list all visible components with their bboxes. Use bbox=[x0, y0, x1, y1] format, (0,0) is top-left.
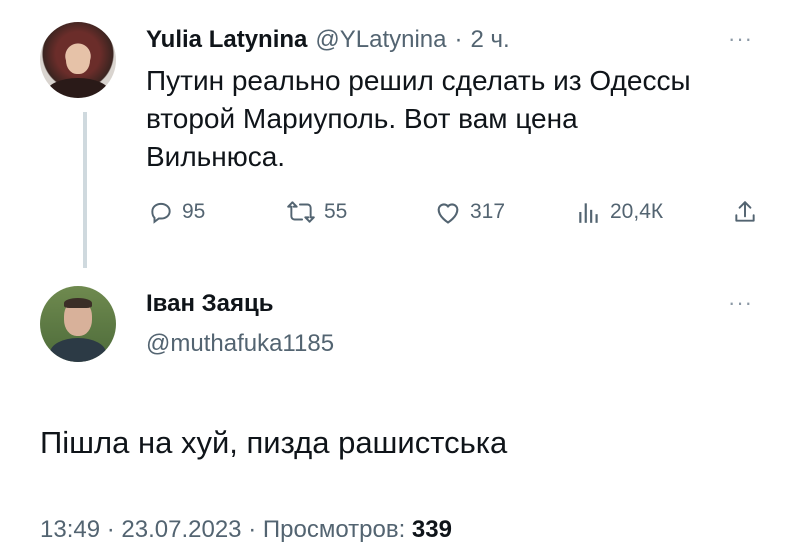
views-label: Просмотров: bbox=[262, 516, 406, 543]
reply-author-name[interactable]: Іван Заяць bbox=[146, 290, 274, 318]
parent-tweet-text: Путин реально решил сделать из Одессы вт… bbox=[146, 62, 766, 176]
tweet-time[interactable]: 2 ч. bbox=[471, 26, 510, 54]
analytics-bars-icon bbox=[579, 203, 598, 223]
avatar-shoulders bbox=[50, 338, 106, 362]
avatar-hair bbox=[64, 298, 92, 308]
author-handle[interactable]: @YLatynina bbox=[315, 26, 446, 54]
views-count: 20,4К bbox=[610, 200, 664, 223]
tweet-text-line: второй Мариуполь. Вот вам цена bbox=[146, 103, 578, 134]
avatar-face bbox=[66, 44, 90, 74]
retweet-icon bbox=[287, 201, 315, 223]
meta-separator: · bbox=[106, 516, 115, 543]
more-options-button[interactable]: ··· bbox=[728, 26, 753, 52]
reply-button[interactable]: 95 bbox=[148, 199, 205, 225]
avatar-shoulders bbox=[46, 78, 110, 98]
views-total: 339 bbox=[411, 516, 452, 543]
retweet-count: 55 bbox=[324, 200, 348, 223]
views-button[interactable]: 20,4К bbox=[576, 199, 663, 225]
reply-author-handle[interactable]: @muthafuka1185 bbox=[146, 330, 334, 358]
like-button[interactable]: 317 bbox=[434, 199, 505, 225]
tweet-time[interactable]: 13:49 bbox=[40, 516, 100, 543]
reply-count: 95 bbox=[182, 200, 206, 223]
tweet-text-line: Путин реально решил сделать из Одессы bbox=[146, 65, 691, 96]
author-name[interactable]: Yulia Latynina bbox=[146, 26, 307, 54]
thread-connector-line bbox=[83, 112, 87, 268]
like-count: 317 bbox=[470, 200, 506, 223]
share-icon bbox=[735, 201, 755, 222]
reply-icon bbox=[151, 202, 171, 224]
avatar-yulia-latynina[interactable] bbox=[40, 22, 116, 98]
reply-tweet-text: Пішла на хуй, пизда рашистська bbox=[40, 425, 508, 460]
meta-separator: · bbox=[248, 516, 257, 543]
avatar-ivan-zayats[interactable] bbox=[40, 286, 116, 362]
heart-icon bbox=[437, 203, 459, 224]
reply-more-options-button[interactable]: ··· bbox=[728, 290, 753, 316]
share-button[interactable] bbox=[732, 199, 758, 225]
tweet-date[interactable]: 23.07.2023 bbox=[121, 516, 241, 543]
time-separator: · bbox=[454, 26, 463, 53]
tweet-text-line: Вильнюса. bbox=[146, 141, 286, 172]
parent-tweet-header: Yulia Latynina @YLatynina · 2 ч. bbox=[146, 26, 510, 54]
retweet-button[interactable]: 55 bbox=[286, 199, 347, 225]
tweet-meta: 13:49 · 23.07.2023 · Просмотров: 339 bbox=[40, 516, 452, 544]
